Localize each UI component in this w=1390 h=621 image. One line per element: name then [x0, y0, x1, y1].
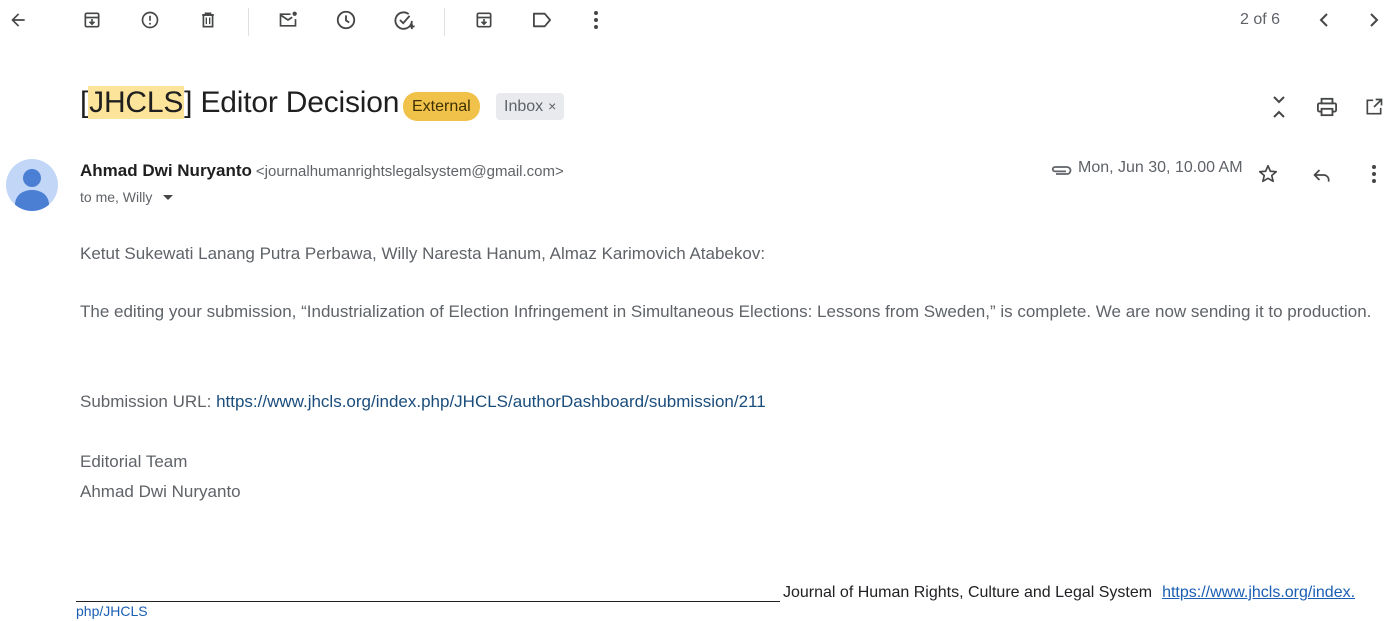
back-arrow-icon[interactable]	[6, 8, 30, 32]
older-chevron-icon[interactable]	[1362, 8, 1386, 32]
submission-url-link[interactable]: https://www.jhcls.org/index.php/JHCLS/au…	[216, 392, 766, 411]
toolbar-divider	[248, 8, 249, 36]
sender-line: Ahmad Dwi Nuryanto <journalhumanrightsleg…	[80, 161, 564, 181]
footer-journal: Journal of Human Rights, Culture and Leg…	[783, 584, 1355, 602]
subject-highlight: JHCLS	[88, 86, 185, 119]
subject-open-bracket: [	[80, 86, 89, 119]
recipients-text: to me, Willy	[80, 189, 153, 205]
avatar[interactable]	[6, 159, 58, 211]
footer-link-continued[interactable]: php/JHCLS	[76, 603, 148, 619]
recipients-dropdown-icon[interactable]	[162, 194, 174, 202]
message-date: Mon, Jun 30, 10.00 AM	[1078, 159, 1243, 176]
newer-chevron-icon[interactable]	[1312, 8, 1336, 32]
recipients-line[interactable]: to me, Willy	[80, 189, 174, 205]
pager-count: 2 of 6	[1240, 11, 1281, 28]
more-vert-icon[interactable]	[584, 8, 608, 32]
footer-rule	[76, 601, 780, 602]
expand-all-icon[interactable]	[1266, 94, 1292, 120]
signoff-team: Editorial Team	[80, 452, 188, 471]
footer-journal-name: Journal of Human Rights, Culture and Leg…	[783, 584, 1153, 601]
star-icon[interactable]	[1256, 162, 1280, 186]
label-icon[interactable]	[530, 8, 554, 32]
avatar-person-icon	[15, 169, 49, 211]
submission-url-label: Submission URL:	[80, 392, 217, 411]
submission-url-line: Submission URL: https://www.jhcls.org/in…	[80, 387, 766, 417]
snooze-icon[interactable]	[334, 8, 358, 32]
signoff-name: Ahmad Dwi Nuryanto	[80, 482, 241, 501]
remove-label-icon[interactable]: ×	[548, 98, 556, 114]
message-paragraph: The editing your submission, “Industrial…	[80, 302, 1372, 321]
report-spam-icon[interactable]	[138, 8, 162, 32]
open-new-window-icon[interactable]	[1362, 95, 1386, 119]
inbox-label-chip: Inbox ×	[496, 93, 565, 120]
subject-text: ] Editor Decision	[184, 86, 400, 119]
mark-unread-icon[interactable]	[276, 8, 300, 32]
footer-link[interactable]: https://www.jhcls.org/index.	[1162, 584, 1355, 601]
add-to-tasks-icon[interactable]	[392, 8, 418, 32]
reply-icon[interactable]	[1310, 164, 1334, 186]
sender-name[interactable]: Ahmad Dwi Nuryanto	[80, 161, 252, 180]
delete-icon[interactable]	[196, 8, 220, 32]
external-chip: External	[403, 92, 480, 121]
message-more-icon[interactable]	[1362, 162, 1386, 186]
attachment-icon	[1048, 160, 1074, 180]
move-to-icon[interactable]	[472, 8, 496, 32]
archive-icon[interactable]	[80, 8, 104, 32]
inbox-label-text: Inbox	[504, 98, 544, 115]
sender-email: <journalhumanrightslegalsystem@gmail.com…	[255, 163, 564, 180]
toolbar-divider	[444, 8, 445, 36]
greeting: Ketut Sukewati Lanang Putra Perbawa, Wil…	[80, 244, 766, 263]
print-icon[interactable]	[1314, 95, 1340, 119]
email-subject: [JHCLS] Editor Decision	[80, 86, 399, 120]
